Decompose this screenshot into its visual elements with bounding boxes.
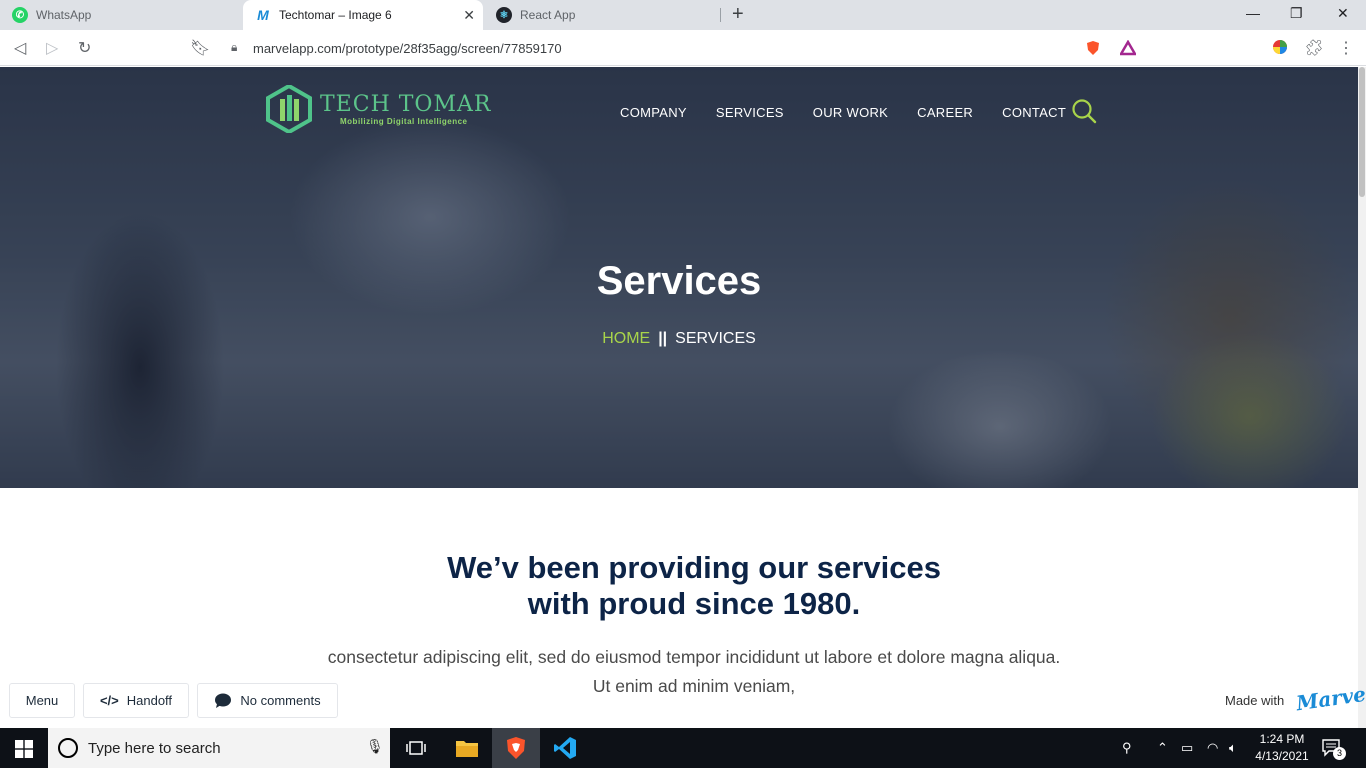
scrollbar-thumb[interactable] — [1359, 67, 1365, 197]
handoff-label: Handoff — [126, 693, 173, 708]
tab-separator — [720, 8, 721, 22]
clock-date: 4/13/2021 — [1255, 749, 1309, 763]
comments-label: No comments — [240, 693, 321, 708]
extensions-puzzle-icon[interactable]: 🧩︎ — [1304, 38, 1324, 58]
comment-bubble-icon — [215, 693, 232, 708]
minimize-icon[interactable]: — — [1246, 5, 1260, 21]
back-icon[interactable]: ◁ — [14, 38, 26, 58]
page-title: Services — [596, 259, 762, 303]
tab-whatsapp[interactable]: ✆ WhatsApp — [0, 0, 242, 30]
page-scrollbar[interactable] — [1358, 67, 1366, 728]
show-hidden-icons-chevron-icon[interactable]: ⌃ — [1157, 740, 1168, 756]
nav-career[interactable]: CAREER — [917, 105, 973, 120]
cortana-icon — [58, 738, 78, 758]
browser-tab-strip: ✆ WhatsApp M Techtomar – Image 6 ✕ ⚛ Rea… — [0, 0, 1366, 30]
headline-line-1: We’v been providing our services — [447, 550, 941, 585]
headline-line-2: with proud since 1980. — [527, 586, 861, 621]
made-with-label: Made with — [1225, 693, 1285, 708]
close-tab-icon[interactable]: ✕ — [463, 7, 475, 24]
main-nav: COMPANY SERVICES OUR WORK CAREER CONTACT — [620, 105, 1095, 120]
marvel-menu-button[interactable]: Menu — [9, 683, 75, 718]
task-view-icon[interactable] — [392, 728, 440, 768]
code-icon: </> — [99, 693, 119, 708]
wifi-icon[interactable]: ◠ — [1207, 740, 1218, 756]
address-bar[interactable]: 🔒︎ marvelapp.com/prototype/28f35agg/scre… — [219, 34, 1147, 62]
restore-icon[interactable]: ❐ — [1290, 5, 1303, 22]
section-headline: We’v been providing our services with pr… — [0, 550, 1366, 622]
tab-title: React App — [520, 8, 576, 22]
new-tab-icon[interactable]: + — [732, 3, 744, 26]
forward-icon[interactable]: ▷ — [46, 38, 58, 58]
breadcrumb-separator: || — [658, 330, 668, 347]
bookmark-icon[interactable]: 🔖︎ — [190, 38, 210, 58]
windows-start-icon[interactable] — [15, 740, 33, 758]
breadcrumb-current: SERVICES — [675, 330, 756, 347]
microphone-icon[interactable]: 🎙︎ — [366, 738, 384, 755]
nav-company[interactable]: COMPANY — [620, 105, 687, 120]
close-window-icon[interactable]: ✕ — [1337, 5, 1349, 22]
site-logo[interactable]: TECH TOMAR Mobilizing Digital Intelligen… — [266, 85, 491, 133]
logo-tagline: Mobilizing Digital Intelligence — [340, 116, 468, 126]
color-extension-icon[interactable] — [1272, 39, 1288, 55]
search-icon[interactable] — [1071, 98, 1097, 124]
menu-label: Menu — [25, 693, 59, 708]
brave-rewards-icon[interactable] — [1120, 40, 1136, 56]
logo-name: TECH TOMAR — [320, 91, 492, 117]
whatsapp-icon: ✆ — [12, 7, 28, 23]
reload-icon[interactable]: ↻ — [78, 38, 91, 58]
nav-our-work[interactable]: OUR WORK — [813, 105, 888, 120]
nav-contact[interactable]: CONTACT — [1002, 105, 1066, 120]
vscode-taskbar-icon[interactable] — [541, 728, 589, 768]
breadcrumb: HOME || SERVICES — [0, 330, 1358, 348]
battery-icon[interactable]: ▭ — [1181, 740, 1193, 756]
people-icon[interactable]: ⚲ — [1122, 740, 1132, 756]
url-text: marvelapp.com/prototype/28f35agg/screen/… — [253, 41, 562, 56]
tab-title: WhatsApp — [36, 8, 92, 22]
marvel-handoff-button[interactable]: </> Handoff — [83, 683, 189, 718]
nav-services[interactable]: SERVICES — [716, 105, 784, 120]
brave-shield-icon[interactable] — [1085, 40, 1101, 56]
brave-browser-taskbar-icon[interactable] — [492, 728, 540, 768]
notification-count-badge: 3 — [1333, 747, 1346, 760]
hero-banner: TECH TOMAR Mobilizing Digital Intelligen… — [0, 67, 1358, 488]
marvel-icon: M — [257, 7, 269, 23]
windows-taskbar: Type here to search 🎙︎ ⚲ ⌃ ▭ ◠ 🔈︎ 1:24 P… — [0, 728, 1366, 768]
react-icon: ⚛ — [496, 7, 512, 23]
intro-paragraph: consectetur adipiscing elit, sed do eius… — [327, 647, 1061, 696]
taskbar-clock[interactable]: 1:24 PM 4/13/2021 — [1254, 731, 1310, 765]
lock-icon: 🔒︎ — [231, 40, 238, 54]
breadcrumb-home-link[interactable]: HOME — [602, 330, 650, 347]
taskbar-search-placeholder: Type here to search — [88, 740, 221, 757]
clock-time: 1:24 PM — [1259, 732, 1305, 746]
tab-techtomar[interactable]: M Techtomar – Image 6 ✕ — [243, 0, 483, 30]
menu-kebab-icon[interactable]: ⋮ — [1338, 38, 1354, 58]
tech-tomar-logo-icon — [266, 85, 312, 133]
tab-title: Techtomar – Image 6 — [279, 8, 392, 22]
tab-react-app[interactable]: ⚛ React App — [484, 0, 720, 30]
browser-toolbar: ◁ ▷ ↻ 🔖︎ 🔒︎ marvelapp.com/prototype/28f3… — [0, 30, 1366, 66]
taskbar-search-box[interactable]: Type here to search 🎙︎ — [48, 728, 390, 768]
file-explorer-icon[interactable] — [443, 728, 491, 768]
volume-icon[interactable]: 🔈︎ — [1229, 740, 1237, 756]
marvel-comments-button[interactable]: No comments — [197, 683, 338, 718]
notification-center-icon[interactable]: 3 — [1322, 738, 1346, 760]
